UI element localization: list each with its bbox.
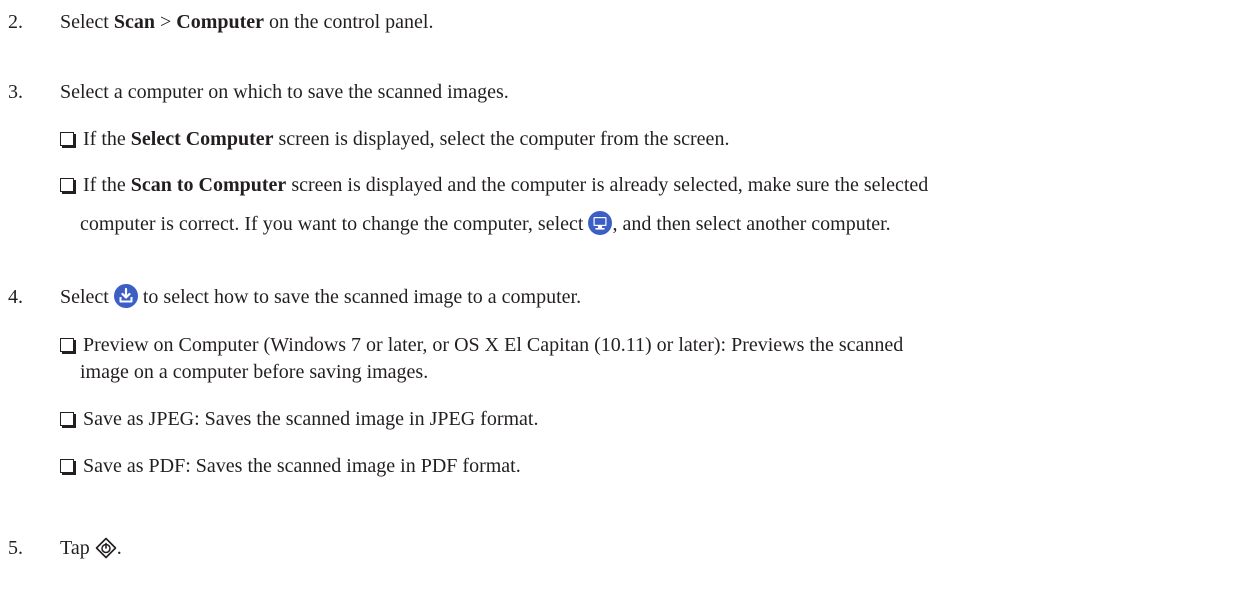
step-4-number: 4. bbox=[8, 286, 23, 308]
bullet-2-cont-pre: computer is correct. If you want to chan… bbox=[80, 213, 589, 235]
step-4-bullet-1-line-2: image on a computer before saving images… bbox=[80, 361, 429, 383]
bullet-2-bold: Scan to Computer bbox=[130, 174, 287, 196]
step-2-pre: Select bbox=[60, 11, 114, 33]
checkbox-bullet-icon bbox=[60, 178, 74, 192]
checkbox-bullet-icon bbox=[60, 132, 74, 146]
step-4-bullet-3-text: Save as PDF: Saves the scanned image in … bbox=[60, 453, 521, 479]
bullet-2-post: screen is displayed and the computer is … bbox=[286, 174, 929, 196]
step-4-bullet-1-line-1-text: Preview on Computer (Windows 7 or later,… bbox=[83, 334, 904, 356]
step-5-post: . bbox=[116, 537, 122, 559]
bullet-1-bold: Select Computer bbox=[130, 128, 274, 150]
step-5-pre: Tap bbox=[60, 537, 95, 559]
step-4-text: Select to select how to save the scanned… bbox=[60, 284, 581, 315]
step-4-post: to select how to save the scanned image … bbox=[137, 286, 582, 308]
checkbox-bullet-icon bbox=[60, 412, 74, 426]
bullet-1-post: screen is displayed, select the computer… bbox=[273, 128, 730, 150]
step-2-computer: Computer bbox=[176, 11, 265, 33]
bullet-1-pre: If the bbox=[83, 128, 131, 150]
step-3-text: Select a computer on which to save the s… bbox=[60, 81, 509, 103]
step-2-post: on the control panel. bbox=[264, 11, 434, 33]
checkbox-bullet-icon bbox=[60, 459, 74, 473]
step-3-bullet-2-text: If the Scan to Computer screen is displa… bbox=[60, 172, 928, 198]
step-4-pre: Select bbox=[60, 286, 114, 308]
step-2-scan: Scan bbox=[113, 11, 155, 33]
bullet-2-cont-post: , and then select another computer. bbox=[612, 213, 891, 235]
step-5-number: 5. bbox=[8, 537, 23, 559]
step-2-text: Select Scan > Computer on the control pa… bbox=[60, 9, 433, 35]
step-4-bullet-2-text: Save as JPEG: Saves the scanned image in… bbox=[60, 406, 538, 432]
save-download-icon bbox=[113, 284, 138, 315]
step-4-bullet-2-label: Save as JPEG: Saves the scanned image in… bbox=[83, 408, 539, 430]
step-3-bullet-1-text: If the Select Computer screen is display… bbox=[60, 126, 729, 152]
start-diamond-icon bbox=[95, 537, 117, 566]
step-2-number: 2. bbox=[8, 11, 23, 33]
step-3-bullet-2-cont-text: computer is correct. If you want to chan… bbox=[80, 211, 891, 242]
step-4-bullet-3-label: Save as PDF: Saves the scanned image in … bbox=[83, 455, 521, 477]
step-3-number: 3. bbox=[8, 81, 23, 103]
computer-icon bbox=[588, 211, 613, 242]
checkbox-bullet-icon bbox=[60, 338, 74, 352]
step-4-bullet-1-line-1: Preview on Computer (Windows 7 or later,… bbox=[60, 332, 903, 358]
bullet-2-pre: If the bbox=[83, 174, 131, 196]
step-2-sep: > bbox=[155, 11, 177, 33]
step-5-text: Tap . bbox=[60, 535, 122, 566]
